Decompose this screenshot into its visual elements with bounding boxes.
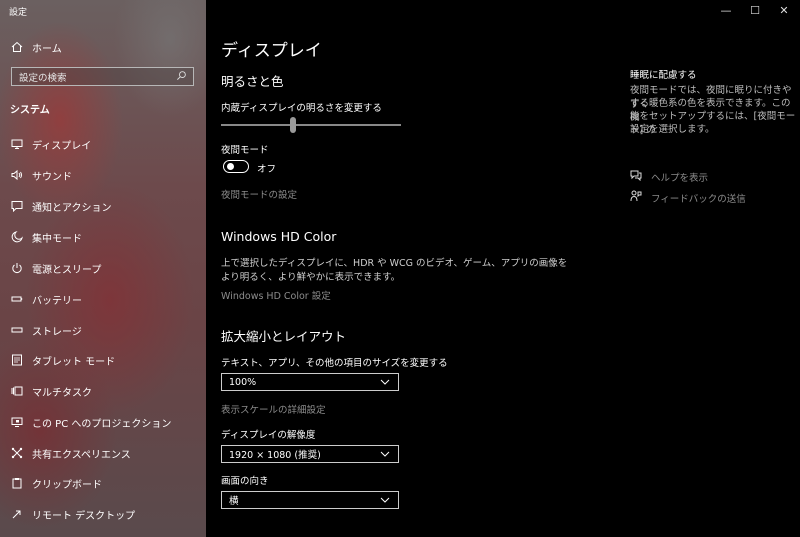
- chevron-down-icon: [380, 377, 390, 388]
- night-light-label: 夜間モード: [221, 145, 269, 156]
- chevron-down-icon: [380, 495, 390, 506]
- sidebar-item-label: タブレット モード: [32, 356, 116, 368]
- remote-desktop-icon: [10, 507, 24, 521]
- battery-icon: [10, 292, 24, 306]
- search-placeholder: 設定の検索: [19, 72, 67, 84]
- hd-color-settings-link[interactable]: Windows HD Color 設定: [221, 288, 331, 302]
- sidebar-item-shared-experiences[interactable]: 共有エクスペリエンス: [0, 441, 206, 465]
- window-title: 設定: [9, 8, 28, 18]
- brightness-slider-thumb[interactable]: [290, 117, 296, 133]
- send-feedback-label: フィードバックの送信: [651, 193, 746, 205]
- sidebar-item-label: リモート デスクトップ: [32, 510, 136, 522]
- toggle-knob: [227, 163, 234, 170]
- power-icon: [10, 261, 24, 275]
- minimize-button[interactable]: —: [716, 4, 736, 17]
- close-button[interactable]: ✕: [774, 4, 794, 17]
- get-help-link[interactable]: ヘルプを表示: [630, 169, 708, 184]
- sidebar-item-label: 通知とアクション: [32, 202, 112, 214]
- sidebar-item-label: マルチタスク: [32, 387, 92, 399]
- brightness-slider-label: 内蔵ディスプレイの明るさを変更する: [221, 103, 382, 114]
- scale-dropdown[interactable]: 100%: [221, 373, 399, 391]
- sidebar-item-storage[interactable]: ストレージ: [0, 318, 206, 342]
- scale-label: テキスト、アプリ、その他の項目のサイズを変更する: [221, 358, 448, 369]
- sidebar-item-label: 集中モード: [32, 233, 82, 245]
- orientation-label: 画面の向き: [221, 476, 269, 487]
- search-icon[interactable]: [176, 70, 188, 84]
- sidebar: 設定 ホーム 設定の検索 システム ディスプレイ サウンド 通知とアクション 集…: [0, 0, 206, 537]
- speaker-icon: [10, 168, 24, 182]
- brightness-color-heading: 明るさと色: [221, 74, 284, 89]
- help-chat-icon: [630, 169, 651, 184]
- home-label: ホーム: [32, 43, 62, 55]
- hd-color-heading: Windows HD Color: [221, 229, 337, 244]
- sidebar-section-label: システム: [10, 105, 50, 116]
- sidebar-item-label: 電源とスリープ: [32, 264, 102, 276]
- sleep-tip-heading: 睡眠に配慮する: [630, 70, 697, 81]
- send-feedback-link[interactable]: フィードバックの送信: [630, 190, 746, 205]
- sidebar-item-tablet-mode[interactable]: タブレット モード: [0, 348, 206, 372]
- night-light-state: オフ: [257, 164, 277, 175]
- tablet-icon: [10, 353, 24, 367]
- resolution-label: ディスプレイの解像度: [221, 430, 316, 441]
- resolution-value: 1920 × 1080 (推奨): [229, 450, 321, 461]
- sidebar-item-power[interactable]: 電源とスリープ: [0, 256, 206, 280]
- sleep-tip-line: 設定を選択します。: [630, 124, 715, 135]
- sidebar-item-label: サウンド: [32, 171, 72, 183]
- clipboard-icon: [10, 476, 24, 490]
- home-nav-item[interactable]: ホーム: [0, 35, 206, 59]
- sidebar-item-label: バッテリー: [32, 295, 82, 307]
- get-help-label: ヘルプを表示: [651, 172, 709, 184]
- sidebar-item-clipboard[interactable]: クリップボード: [0, 471, 206, 495]
- sidebar-item-focus[interactable]: 集中モード: [0, 225, 206, 249]
- sidebar-item-notifications[interactable]: 通知とアクション: [0, 194, 206, 218]
- night-light-toggle[interactable]: [223, 160, 249, 173]
- night-light-settings-link[interactable]: 夜間モードの設定: [221, 187, 297, 201]
- storage-icon: [10, 323, 24, 337]
- orientation-value: 横: [229, 496, 239, 507]
- sidebar-item-label: クリップボード: [32, 479, 102, 491]
- sidebar-item-display[interactable]: ディスプレイ: [0, 132, 206, 156]
- sidebar-item-label: ストレージ: [32, 326, 82, 338]
- maximize-button[interactable]: ☐: [745, 4, 765, 17]
- moon-icon: [10, 230, 24, 244]
- hd-color-description-line2: より明るく、より鮮やかに表示できます。: [221, 272, 401, 283]
- brightness-slider-track[interactable]: [221, 124, 401, 126]
- sidebar-item-label: この PC へのプロジェクション: [32, 418, 172, 430]
- scale-value: 100%: [229, 376, 257, 388]
- projection-icon: [10, 415, 24, 429]
- sidebar-item-battery[interactable]: バッテリー: [0, 287, 206, 311]
- scale-layout-heading: 拡大縮小とレイアウト: [221, 329, 347, 344]
- shared-experience-icon: [10, 446, 24, 460]
- notification-icon: [10, 199, 24, 213]
- page-title: ディスプレイ: [221, 41, 322, 61]
- settings-search-input[interactable]: 設定の検索: [11, 67, 194, 86]
- main-content: — ☐ ✕ ディスプレイ 明るさと色 内蔵ディスプレイの明るさを変更する 夜間モ…: [206, 0, 800, 537]
- orientation-dropdown[interactable]: 横: [221, 491, 399, 509]
- monitor-icon: [10, 137, 24, 151]
- sidebar-item-sound[interactable]: サウンド: [0, 163, 206, 187]
- sidebar-item-label: 共有エクスペリエンス: [32, 449, 131, 461]
- sidebar-item-multitasking[interactable]: マルチタスク: [0, 379, 206, 403]
- sidebar-item-label: ディスプレイ: [32, 140, 92, 152]
- sidebar-item-projection[interactable]: この PC へのプロジェクション: [0, 410, 206, 434]
- chevron-down-icon: [380, 449, 390, 460]
- hd-color-description-line1: 上で選択したディスプレイに、HDR や WCG のビデオ、ゲーム、アプリの画像を: [221, 258, 568, 269]
- home-icon: [10, 40, 24, 54]
- resolution-dropdown[interactable]: 1920 × 1080 (推奨): [221, 445, 399, 463]
- multitask-icon: [10, 384, 24, 398]
- sidebar-item-remote-desktop[interactable]: リモート デスクトップ: [0, 502, 206, 526]
- advanced-scaling-link[interactable]: 表示スケールの詳細設定: [221, 402, 326, 416]
- feedback-person-icon: [630, 190, 651, 205]
